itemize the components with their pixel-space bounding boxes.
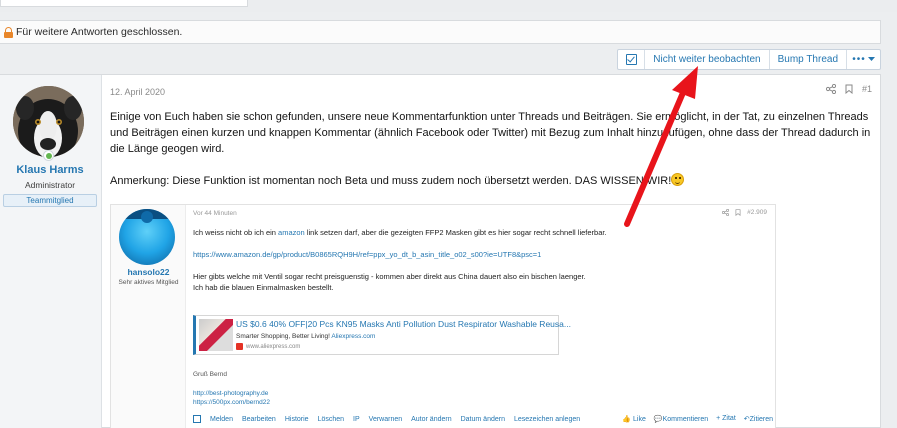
bookmark-icon[interactable] [845,84,853,94]
avatar[interactable] [13,86,84,157]
share-icon[interactable] [825,84,836,94]
bump-thread-button[interactable]: Bump Thread [768,50,846,69]
page-tab [0,0,248,7]
post-note-text: Anmerkung: Diese Funktion ist momentan n… [110,175,672,187]
embed-avatar [119,209,175,265]
post: Klaus Harms Administrator Teammitglied 1… [0,74,881,428]
embed-line-4: Ich hab die blauen Einmalmasken bestellt… [193,283,334,292]
locked-text: Für weitere Antworten geschlossen. [16,26,183,38]
embed-checkbox [193,415,201,423]
post-number[interactable]: #1 [862,84,872,94]
more-options-button[interactable]: ••• [846,50,880,69]
aliexpress-icon [236,343,243,350]
post-date[interactable]: 12. April 2020 [110,87,165,97]
select-checkbox[interactable] [618,50,644,69]
post-message: Einige von Euch haben sie schon gefunden… [110,109,874,205]
embed-avatar-image [119,209,175,223]
embed-url: https://www.amazon.de/gp/product/B0865RQ… [193,250,542,259]
card-title: US $0.6 40% OFF|20 Pcs KN95 Masks Anti P… [236,319,571,329]
checkbox-icon [625,54,637,65]
embed-comment: 💬Kommentieren [653,416,709,423]
embed-actions: #2.909 [722,209,767,216]
thumbs-up-icon: 👍 [622,416,632,423]
smiley-icon [671,173,685,186]
embedded-screenshot: hansolo22 Sehr aktives Mitglied Vor 44 M… [110,204,776,428]
embed-username: hansolo22 [127,267,170,277]
embed-share-icon [722,209,730,216]
chevron-down-icon [867,57,875,61]
unwatch-button[interactable]: Nicht weiter beobachten [644,50,768,69]
card-url: www.aliexpress.com [236,343,300,350]
comment-icon: 💬 [653,416,663,423]
embed-like: 👍 Like [622,416,646,423]
embed-date: Vor 44 Minuten [193,210,237,217]
card-subtitle: Smarter Shopping, Better Living! Aliexpr… [236,333,376,340]
more-dots: ••• [852,54,866,65]
embed-quote: ↶Zitieren [743,416,773,423]
post-paragraph: Einige von Euch haben sie schon gefunden… [110,111,871,155]
embed-greeting: Gruß Bernd [193,371,227,378]
user-title: Administrator [24,180,76,190]
sig-link-2: https://500px.com/bernd22 [193,399,270,406]
embed-user-column: hansolo22 Sehr aktives Mitglied [111,205,186,428]
post-user-column: Klaus Harms Administrator Teammitglied [0,75,102,428]
embed-line-3: Hier gibts welche mit Ventil sogar recht… [193,272,586,281]
link-preview-card: US $0.6 40% OFF|20 Pcs KN95 Masks Anti P… [193,315,571,355]
post-actions: #1 [825,84,872,94]
user-banner: Teammitglied [3,194,97,207]
thread-toolbar: Nicht weiter beobachten Bump Thread ••• [617,49,881,70]
embed-user-title: Sehr aktives Mitglied [118,279,179,286]
username[interactable]: Klaus Harms [0,164,100,176]
product-thumbnail [199,319,233,351]
online-status-icon [43,150,54,161]
embed-bookmark-icon [735,209,741,216]
embed-number: #2.909 [747,209,767,216]
embed-signature: http://best-photography.de https://500px… [193,389,270,407]
locked-notice: Für weitere Antworten geschlossen. [0,20,881,44]
embed-text: Ich weiss nicht ob ich ein amazon link s… [193,227,773,293]
embed-line-1: Ich weiss nicht ob ich ein amazon link s… [193,228,607,237]
sig-link-1: http://best-photography.de [193,390,269,397]
post-note: Anmerkung: Diese Funktion ist momentan n… [110,173,874,189]
embed-footer: Melden Bearbeiten Historie Löschen IP Ve… [193,415,773,423]
lock-icon [4,26,13,38]
dog-avatar-image [13,86,84,157]
